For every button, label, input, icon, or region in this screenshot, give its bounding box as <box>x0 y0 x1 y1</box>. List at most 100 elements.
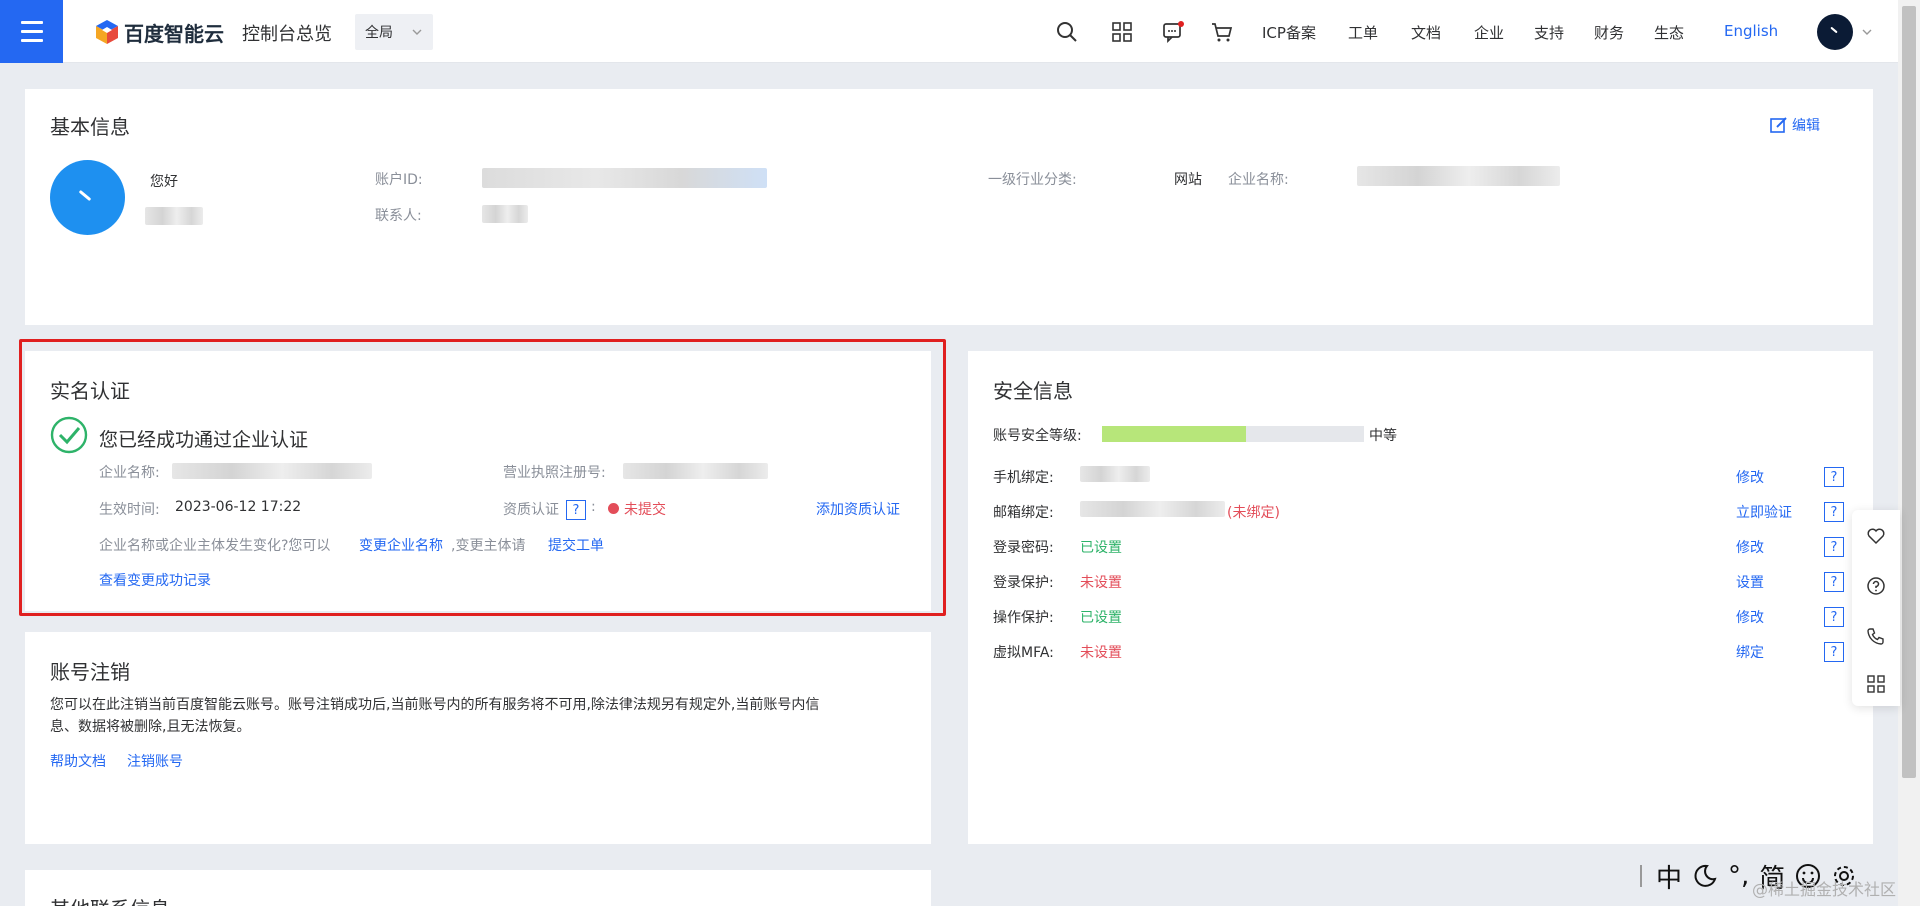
cancel-account-card <box>25 632 931 844</box>
check-circle-icon <box>50 416 88 454</box>
qualification-help-icon[interactable]: ? <box>566 500 586 520</box>
virtual-mfa-help-icon[interactable]: ? <box>1824 642 1844 662</box>
console-title[interactable]: 控制台总览 <box>242 20 332 46</box>
help-doc-link[interactable]: 帮助文档 <box>50 751 106 771</box>
language-switch[interactable]: English <box>1724 22 1778 40</box>
region-select[interactable]: 全局 <box>355 14 433 50</box>
security-title: 安全信息 <box>993 379 1073 403</box>
operation-protection-modify-link[interactable]: 修改 <box>1736 607 1764 627</box>
edit-icon <box>1770 117 1787 133</box>
email-binding-status: (未绑定) <box>1227 505 1280 521</box>
floating-toolbar <box>1852 510 1900 706</box>
ime-handle[interactable] <box>1640 865 1642 887</box>
search-icon[interactable] <box>1055 20 1079 44</box>
industry-label: 一级行业分类: <box>988 172 1077 188</box>
industry-value: 网站 <box>1174 172 1202 188</box>
change-hint-text-2: ,变更主体请 <box>451 538 526 554</box>
qualification-status: 未提交 <box>624 502 666 518</box>
login-protection-label: 登录保护: <box>993 575 1054 591</box>
edit-label: 编辑 <box>1792 118 1820 134</box>
contact-label: 联系人: <box>375 208 422 224</box>
account-id-masked <box>482 168 767 188</box>
nav-docs[interactable]: 文档 <box>1411 22 1441 43</box>
top-header: 百度智能云 控制台总览 全局 ICP备案 工单 文档 企业 支持 财务 生态 E… <box>0 0 1898 63</box>
cancel-account-link[interactable]: 注销账号 <box>127 751 183 771</box>
effective-time-value: 2023-06-12 17:22 <box>175 499 302 515</box>
phone-icon[interactable] <box>1866 626 1886 646</box>
verify-company-name-label: 企业名称: <box>99 465 160 481</box>
virtual-mfa-bind-link[interactable]: 绑定 <box>1736 642 1764 662</box>
submit-ticket-link[interactable]: 提交工单 <box>548 535 604 555</box>
verification-status: 您已经成功通过企业认证 <box>99 429 309 451</box>
nav-icp[interactable]: ICP备案 <box>1262 22 1316 43</box>
heart-icon[interactable] <box>1866 526 1886 546</box>
brand-logo[interactable]: 百度智能云 <box>94 17 224 47</box>
login-protection-status: 未设置 <box>1080 575 1122 591</box>
security-level-fill <box>1102 426 1246 442</box>
basic-info-title: 基本信息 <box>50 115 130 139</box>
username-masked <box>145 207 203 225</box>
virtual-mfa-status: 未设置 <box>1080 645 1122 661</box>
chevron-down-icon[interactable] <box>1861 26 1873 38</box>
moon-icon[interactable] <box>1692 863 1718 889</box>
brand-name: 百度智能云 <box>124 21 224 46</box>
nav-enterprise[interactable]: 企业 <box>1474 22 1504 43</box>
operation-protection-help-icon[interactable]: ? <box>1824 607 1844 627</box>
nav-finance[interactable]: 财务 <box>1594 22 1624 43</box>
change-company-name-link[interactable]: 变更企业名称 <box>359 535 443 555</box>
profile-avatar <box>50 160 125 235</box>
virtual-mfa-label: 虚拟MFA: <box>993 645 1054 661</box>
cart-icon[interactable] <box>1210 20 1234 44</box>
cancel-account-desc-1: 您可以在此注销当前百度智能云账号。账号注销成功后,当前账号内的所有服务将不可用,… <box>50 697 820 713</box>
qualification-colon: : <box>591 499 596 515</box>
account-id-label: 账户ID: <box>375 172 423 188</box>
add-qualification-link[interactable]: 添加资质认证 <box>816 499 900 519</box>
email-help-icon[interactable]: ? <box>1824 502 1844 522</box>
ime-chinese-toggle[interactable]: 中 <box>1656 858 1682 895</box>
company-name-label: 企业名称: <box>1228 172 1289 188</box>
login-protection-help-icon[interactable]: ? <box>1824 572 1844 592</box>
other-contact-title: 其他联系信息 <box>50 893 170 906</box>
cube-logo-icon <box>96 20 118 44</box>
view-change-records-link[interactable]: 查看变更成功记录 <box>99 570 211 590</box>
security-level-label: 账号安全等级: <box>993 428 1082 444</box>
security-card <box>968 351 1873 844</box>
company-name-masked <box>1357 166 1560 186</box>
nav-support[interactable]: 支持 <box>1534 22 1564 43</box>
menu-icon[interactable] <box>0 0 63 63</box>
scrollbar-thumb[interactable] <box>1902 6 1916 778</box>
email-verify-link[interactable]: 立即验证 <box>1736 502 1792 522</box>
phone-help-icon[interactable]: ? <box>1824 467 1844 487</box>
change-hint-text-1: 企业名称或企业主体发生变化?您可以 <box>99 538 331 554</box>
grid-icon[interactable] <box>1866 674 1886 694</box>
edit-button[interactable]: 编辑 <box>1770 115 1820 135</box>
login-password-status: 已设置 <box>1080 540 1122 556</box>
phone-masked <box>1080 466 1150 482</box>
basic-info-card <box>25 89 1873 325</box>
operation-protection-label: 操作保护: <box>993 610 1054 626</box>
verification-title: 实名认证 <box>50 379 130 403</box>
operation-protection-status: 已设置 <box>1080 610 1122 626</box>
grid-apps-icon[interactable] <box>1110 20 1134 44</box>
license-label: 营业执照注册号: <box>503 465 606 481</box>
message-icon[interactable] <box>1161 20 1185 44</box>
chevron-down-icon <box>412 29 422 35</box>
cancel-account-desc-2: 息、数据将被删除,且无法恢复。 <box>50 719 251 735</box>
email-masked <box>1080 501 1225 517</box>
security-level-value: 中等 <box>1369 428 1397 444</box>
qualification-label: 资质认证 <box>503 502 559 518</box>
login-password-modify-link[interactable]: 修改 <box>1736 537 1764 557</box>
nav-ecosystem[interactable]: 生态 <box>1654 22 1684 43</box>
region-value: 全局 <box>365 25 393 41</box>
help-circle-icon[interactable] <box>1866 576 1886 596</box>
login-password-help-icon[interactable]: ? <box>1824 537 1844 557</box>
ime-punctuation-toggle[interactable]: °, <box>1728 861 1749 891</box>
email-binding-label: 邮箱绑定: <box>993 505 1054 521</box>
phone-modify-link[interactable]: 修改 <box>1736 467 1764 487</box>
nav-ticket[interactable]: 工单 <box>1348 22 1378 43</box>
user-avatar[interactable] <box>1817 14 1853 50</box>
cancel-account-title: 账号注销 <box>50 660 130 684</box>
license-masked <box>623 463 768 479</box>
watermark-text: @稀土掘金技术社区 <box>1752 880 1897 899</box>
login-protection-set-link[interactable]: 设置 <box>1736 572 1764 592</box>
